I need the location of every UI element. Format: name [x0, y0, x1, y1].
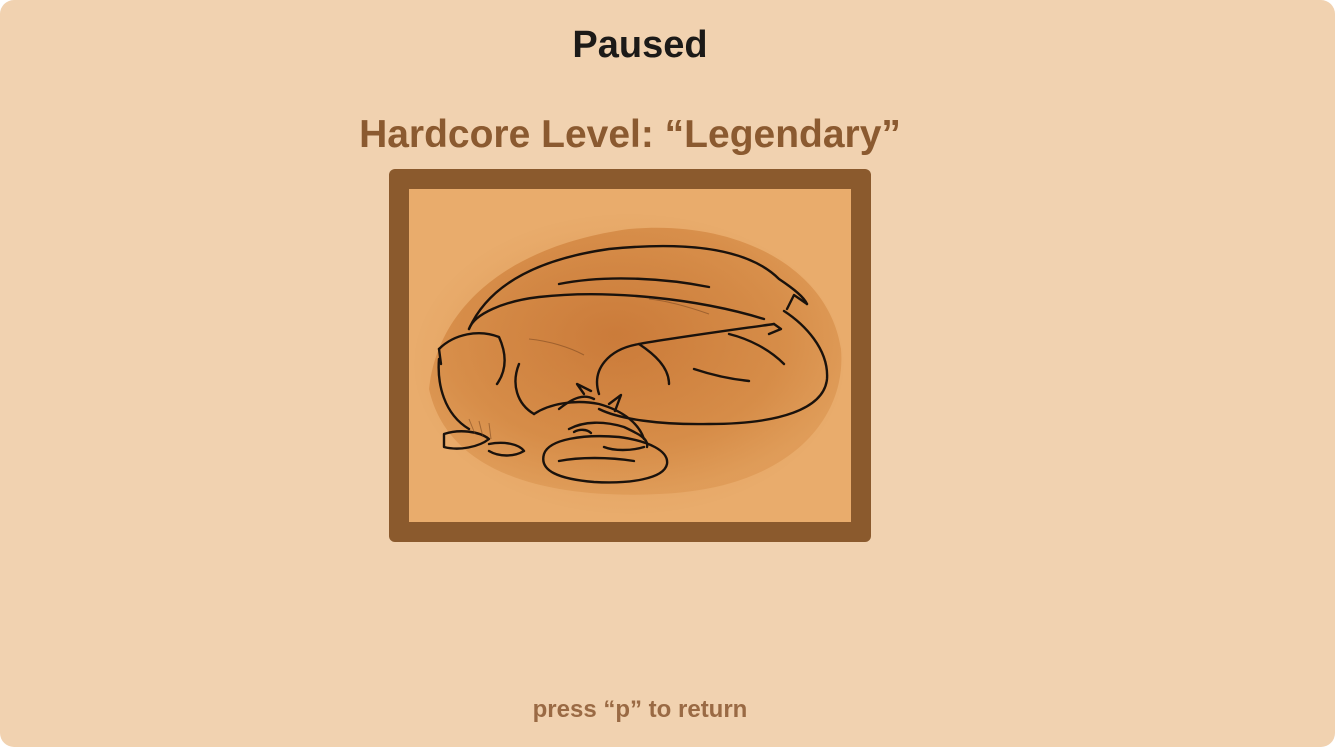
return-hint: press “p” to return — [532, 696, 748, 723]
sleeping-dragon-icon — [414, 214, 844, 514]
hardcore-level-heading: Hardcore Level: “Legendary” — [359, 113, 901, 156]
illustration-canvas — [409, 189, 851, 522]
illustration-frame — [389, 169, 871, 542]
pause-panel: Paused Hardcore Level: “Legendary” press… — [0, 0, 1335, 747]
paused-title: Paused — [572, 24, 708, 66]
